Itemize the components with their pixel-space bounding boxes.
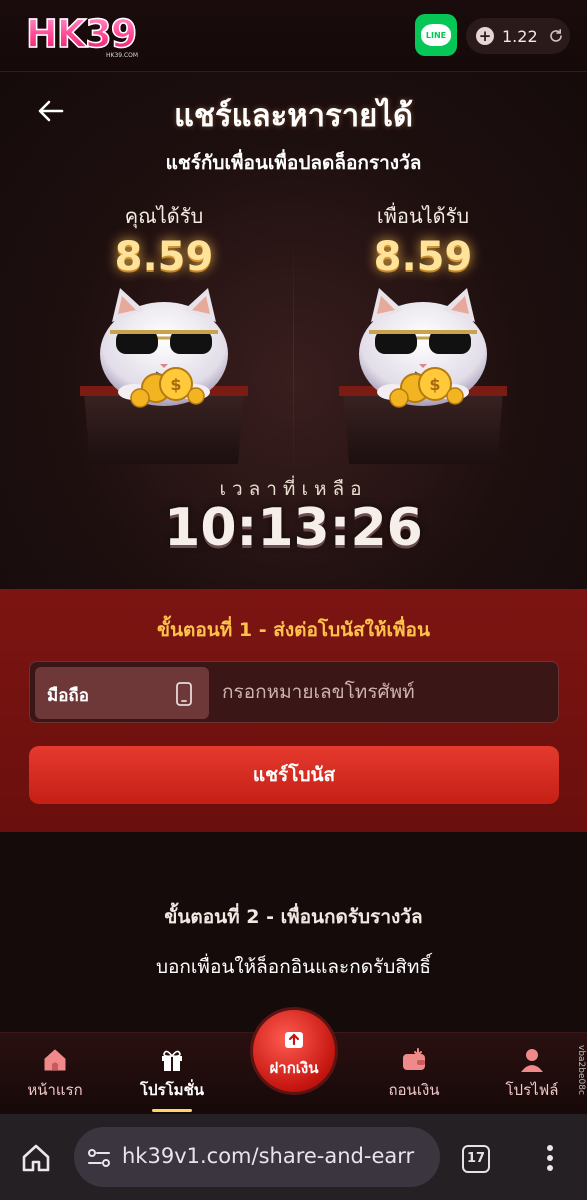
logo-subtext: HK39.COM xyxy=(106,52,139,59)
page-title: แชร์และหารายได้ xyxy=(173,98,414,134)
step-2-panel: ขั้นตอนที่ 2 - เพื่อนกดรับรางวัล บอกเพื่… xyxy=(0,832,587,1032)
tab-switcher-button[interactable]: 17 xyxy=(462,1145,490,1173)
cat-with-coins-image: $ xyxy=(339,288,507,464)
contact-type-label: มือถือ xyxy=(47,686,89,706)
line-label: LINE xyxy=(425,30,447,40)
address-bar[interactable]: hk39v1.com/share-and-earr xyxy=(74,1127,440,1187)
more-options-icon[interactable] xyxy=(538,1142,562,1174)
phone-field: มือถือ xyxy=(29,661,559,723)
step-2-description: บอกเพื่อนให้ล็อกอินและกดรับสิทธิ์ xyxy=(155,956,432,978)
phone-number-input[interactable] xyxy=(222,672,542,712)
profile-icon xyxy=(521,1049,543,1072)
home-icon xyxy=(44,1049,66,1071)
share-hero: แชร์และหารายได้ แชร์กับเพื่อนเพื่อปลดล็อ… xyxy=(0,72,587,589)
tab-promotions[interactable]: โปรโมชั่น xyxy=(122,1033,222,1115)
bottom-tab-bar: หน้าแรก โปรโมชั่น ฝากเงิน ถอนเงิน โปรไฟล… xyxy=(0,1007,587,1115)
friend-reward-label: เพื่อนได้รับ xyxy=(376,204,470,228)
url-text: hk39v1.com/share-and-earr xyxy=(122,1144,415,1168)
wallet-icon xyxy=(403,1048,425,1070)
svg-text:$: $ xyxy=(170,375,181,394)
your-reward-label: คุณได้รับ xyxy=(124,204,204,228)
step-1-panel: ขั้นตอนที่ 1 - ส่งต่อโบนัสให้เพื่อน มือถ… xyxy=(0,589,587,832)
cat-with-coins-image: $ xyxy=(80,288,248,464)
line-icon: LINE xyxy=(421,24,451,46)
countdown-timer: 10:13:26 xyxy=(164,498,423,558)
deposit-icon xyxy=(285,1032,303,1048)
tab-withdraw-label: ถอนเงิน xyxy=(388,1081,440,1099)
active-tab-indicator xyxy=(152,1109,192,1112)
tab-promotions-label: โปรโมชั่น xyxy=(139,1081,204,1099)
tab-profile-label: โปรไฟล์ xyxy=(505,1081,559,1099)
step-2-title: ขั้นตอนที่ 2 - เพื่อนกดรับรางวัล xyxy=(164,906,423,928)
your-reward-amount: 8.59 xyxy=(114,234,214,280)
mobile-phone-icon xyxy=(176,682,192,706)
line-button[interactable]: LINE xyxy=(415,14,457,56)
tab-profile[interactable]: โปรไฟล์ xyxy=(482,1033,582,1115)
browser-toolbar: hk39v1.com/share-and-earr 17 xyxy=(0,1114,587,1200)
friend-reward: เพื่อนได้รับ 8.59 $ xyxy=(323,200,523,464)
tab-home[interactable]: หน้าแรก xyxy=(5,1033,105,1115)
balance-pill[interactable]: + 1.22 xyxy=(466,18,570,54)
browser-home-icon[interactable] xyxy=(20,1142,52,1174)
page-subtitle: แชร์กับเพื่อนเพื่อปลดล็อกรางวัล xyxy=(165,152,422,174)
site-settings-icon[interactable] xyxy=(86,1145,112,1171)
svg-text:$: $ xyxy=(429,375,440,394)
friend-reward-amount: 8.59 xyxy=(373,234,473,280)
deposit-label: ฝากเงิน xyxy=(269,1059,319,1077)
deposit-button[interactable]: ฝากเงิน xyxy=(250,1007,338,1095)
tab-home-label: หน้าแรก xyxy=(27,1081,83,1099)
app-header: HK39 HK39.COM LINE + 1.22 xyxy=(0,0,587,72)
your-reward: คุณได้รับ 8.59 $ xyxy=(64,200,264,464)
logo-text: HK39 xyxy=(25,11,138,57)
reward-divider xyxy=(293,240,294,480)
gift-icon xyxy=(162,1050,182,1071)
share-bonus-button[interactable]: แชร์โบนัส xyxy=(29,746,559,804)
step-1-title: ขั้นตอนที่ 1 - ส่งต่อโบนัสให้เพื่อน xyxy=(157,619,430,641)
logo[interactable]: HK39 HK39.COM xyxy=(25,11,150,60)
tab-withdraw[interactable]: ถอนเงิน xyxy=(364,1033,464,1115)
refresh-icon[interactable] xyxy=(548,28,564,44)
add-funds-icon[interactable]: + xyxy=(476,27,494,45)
build-tag: vba2be08c xyxy=(576,1045,586,1095)
contact-type-selector[interactable]: มือถือ xyxy=(35,667,209,719)
balance-value: 1.22 xyxy=(502,26,538,46)
